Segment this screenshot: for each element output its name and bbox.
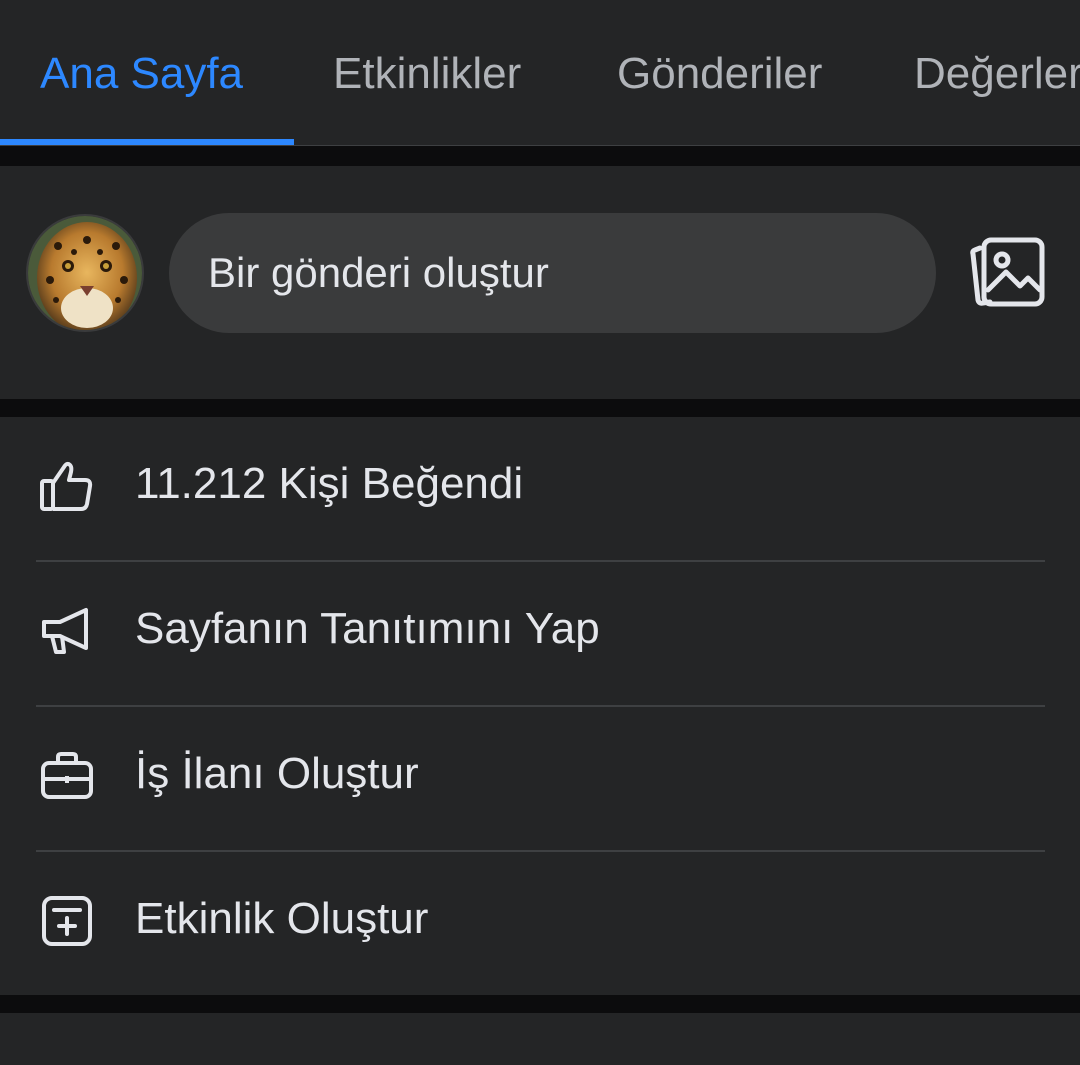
tab-posts[interactable]: Gönderiler (617, 48, 822, 100)
list-item-create-event[interactable]: Etkinlik Oluştur (0, 852, 1080, 996)
megaphone-icon (42, 608, 88, 654)
list-item-likes[interactable]: 11.212 Kişi Beğendi (0, 417, 1080, 561)
page-tab-bar: Ana Sayfa Etkinlikler Gönderiler Değerle… (0, 0, 1080, 146)
thumbs-up-icon (40, 461, 93, 511)
create-post-input[interactable]: Bir gönderi oluştur (169, 213, 936, 333)
page-actions-list: 11.212 Kişi Beğendi Sayfanın Tanıtımını … (0, 417, 1080, 995)
photo-button[interactable] (968, 234, 1050, 312)
create-post-placeholder: Bir gönderi oluştur (208, 249, 549, 296)
create-event-label: Etkinlik Oluştur (135, 894, 429, 943)
tab-values[interactable]: Değerler (914, 48, 1080, 100)
promote-page-label: Sayfanın Tanıtımını Yap (135, 604, 600, 653)
calendar-plus-icon (42, 896, 92, 946)
tab-home[interactable]: Ana Sayfa (40, 48, 243, 100)
avatar[interactable] (26, 214, 144, 332)
likes-count-label: 11.212 Kişi Beğendi (135, 459, 524, 508)
list-item-create-job[interactable]: İş İlanı Oluştur (0, 707, 1080, 851)
briefcase-icon (41, 752, 93, 799)
tab-events[interactable]: Etkinlikler (333, 48, 521, 100)
jaguar-avatar-image (28, 216, 142, 330)
create-job-label: İş İlanı Oluştur (135, 749, 419, 798)
photo-icon (970, 237, 1045, 307)
next-card (0, 1013, 1080, 1065)
active-tab-indicator (0, 139, 294, 145)
list-item-promote-page[interactable]: Sayfanın Tanıtımını Yap (0, 562, 1080, 706)
